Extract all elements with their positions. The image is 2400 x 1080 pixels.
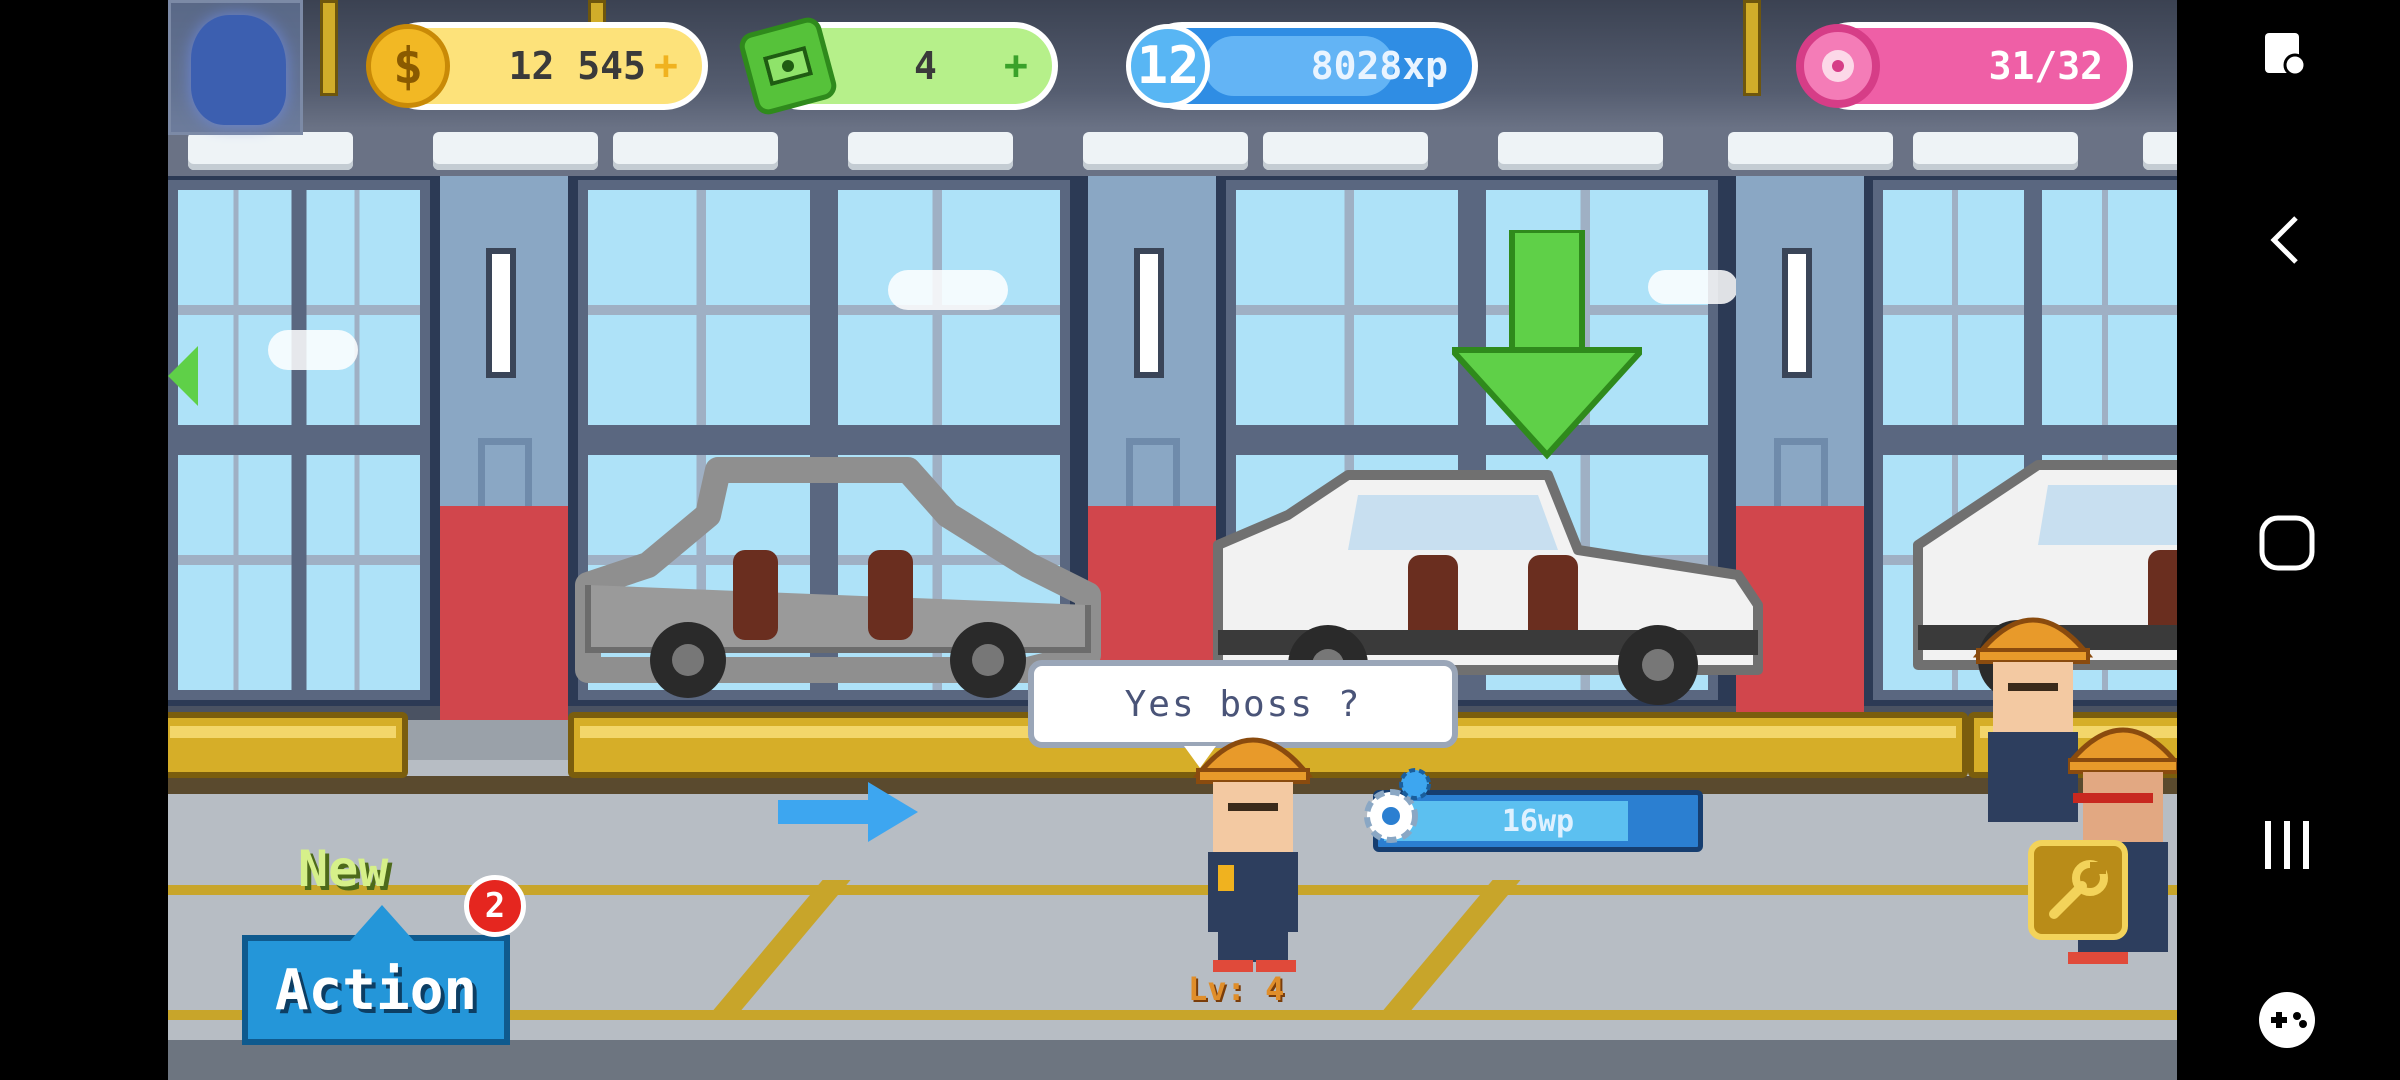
gear-icon: [1363, 768, 1433, 852]
action-button[interactable]: Action: [242, 905, 510, 1045]
ceiling-lamp: [613, 132, 778, 170]
ceiling-post: [320, 0, 338, 96]
donuts-counter[interactable]: 31/32: [1796, 22, 2133, 110]
ceiling-lamp: [1913, 132, 2078, 170]
coin-icon: $: [366, 24, 450, 108]
xp-value: 8028xp: [1310, 44, 1448, 88]
add-coins-button[interactable]: +: [654, 43, 678, 89]
coins-value: 12 545: [508, 44, 646, 88]
green-left-arrow[interactable]: [168, 346, 198, 410]
screenshot-icon: [2265, 33, 2307, 77]
ceiling-lamp: [1263, 132, 1428, 170]
donuts-value: 31/32: [1988, 44, 2103, 88]
factory-window: [168, 180, 430, 700]
home-button[interactable]: [2237, 493, 2337, 593]
avatar-icon: [191, 15, 286, 125]
cloud: [268, 330, 358, 370]
ceiling-post: [1743, 0, 1761, 96]
blue-right-arrow[interactable]: [778, 782, 918, 846]
player-level: 12: [1136, 36, 1200, 96]
ceiling-lamp: [848, 132, 1013, 170]
home-icon: [2259, 515, 2315, 571]
game-viewport[interactable]: Yes boss ? Lv: 4 16wp New Action 2 $ 12 …: [168, 0, 2177, 1080]
system-nav-bar: [2177, 0, 2400, 1080]
work-points-text: 16wp: [1501, 803, 1575, 839]
ceiling-lamp: [1728, 132, 1893, 170]
new-label: New: [298, 840, 389, 898]
wrench-button[interactable]: [2028, 840, 2128, 940]
cash-value: 4: [914, 44, 937, 88]
donut-icon: [1796, 24, 1880, 108]
notification-badge: 2: [464, 875, 526, 937]
add-cash-button[interactable]: +: [1004, 43, 1028, 89]
floor-edge: [168, 1040, 2177, 1080]
recents-icon: [2265, 821, 2309, 869]
ceiling-lamp: [2143, 132, 2177, 170]
factory-pillar: [440, 176, 568, 736]
coins-counter[interactable]: $ 12 545 +: [366, 22, 708, 110]
ceiling-lamp: [433, 132, 598, 170]
ceiling-lamp: [1083, 132, 1248, 170]
worker-level-label: Lv: 4: [1188, 970, 1285, 1008]
ceiling-lamp: [1498, 132, 1663, 170]
back-icon: [2270, 216, 2298, 264]
star-level-icon: 12: [1126, 24, 1210, 108]
action-button-label: Action: [274, 957, 478, 1023]
cloud: [1648, 270, 1738, 304]
xp-counter: 12 8028xp: [1126, 22, 1478, 110]
back-button[interactable]: [2237, 190, 2337, 290]
ceiling-lamp: [188, 132, 353, 170]
car-frame-grey[interactable]: [568, 455, 1108, 715]
recents-button[interactable]: [2237, 795, 2337, 895]
green-down-arrow[interactable]: [1445, 227, 1649, 464]
gamepad-icon: [2259, 992, 2315, 1048]
screenshot-edit-button[interactable]: [2237, 5, 2337, 105]
cash-counter[interactable]: 4 +: [736, 14, 1058, 118]
conveyor-base: [168, 776, 2177, 794]
wrench-icon: [2049, 860, 2108, 919]
game-tools-button[interactable]: [2237, 970, 2337, 1070]
profile-avatar-button[interactable]: [168, 0, 303, 135]
worker-character[interactable]: [1188, 715, 1318, 979]
cloud: [888, 270, 1008, 310]
conveyor-segment: [168, 712, 408, 778]
